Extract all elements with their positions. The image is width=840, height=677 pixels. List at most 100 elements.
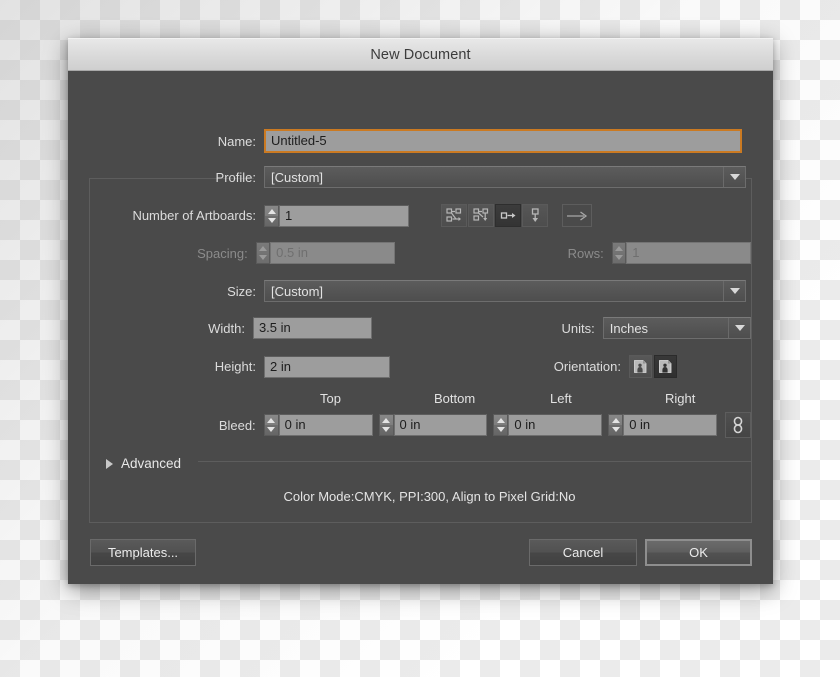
width-label: Width:	[208, 320, 245, 336]
profile-select-value: [Custom]	[271, 169, 324, 185]
cancel-button[interactable]: Cancel	[529, 539, 637, 566]
bleed-left-value: 0 in	[514, 417, 536, 432]
templates-button[interactable]: Templates...	[90, 539, 196, 566]
portrait-orientation-button[interactable]	[629, 355, 652, 378]
stepper-up-icon[interactable]	[267, 208, 276, 214]
units-select-value: Inches	[609, 320, 649, 336]
advanced-label: Advanced	[121, 456, 182, 471]
bleed-right-input[interactable]: 0 in	[623, 414, 718, 436]
arrange-by-column-icon	[531, 208, 539, 222]
size-label: Size:	[227, 283, 256, 299]
width-input[interactable]: 3.5 in	[252, 317, 373, 339]
height-label: Height:	[214, 359, 256, 374]
chain-link-icon	[733, 416, 743, 434]
bleed-left-input[interactable]: 0 in	[508, 414, 603, 436]
grid-by-column-icon	[472, 208, 488, 221]
advanced-disclosure[interactable]: Advanced	[106, 456, 181, 471]
dialog-title: New Document	[370, 46, 471, 63]
stepper-up-icon[interactable]	[267, 418, 276, 423]
spacing-input-value: 0.5 in	[276, 245, 308, 260]
name-input-value: Untitled-5	[271, 133, 327, 148]
stepper-up-icon[interactable]	[382, 418, 391, 423]
grid-by-row-icon-button[interactable]	[441, 204, 467, 227]
grid-by-row-icon	[445, 208, 461, 222]
size-select-value: [Custom]	[271, 283, 324, 299]
landscape-orientation-icon	[659, 360, 672, 373]
artboard-direction-button[interactable]	[562, 204, 592, 227]
landscape-orientation-button[interactable]	[654, 355, 677, 378]
height-input[interactable]: 2 in	[264, 355, 390, 378]
width-row: Width: 3.5 in Units: Inches	[68, 317, 751, 339]
grid-by-column-icon-button[interactable]	[468, 204, 494, 227]
bleed-top-header: Top	[320, 391, 341, 406]
spacing-label: Spacing:	[197, 245, 248, 261]
name-row: Name: Untitled-5	[68, 129, 751, 153]
rows-stepper	[611, 242, 627, 264]
rows-input-value: 1	[632, 245, 640, 260]
artboards-stepper[interactable]	[264, 204, 279, 227]
portrait-orientation-icon	[634, 360, 647, 373]
units-label: Units:	[561, 320, 595, 336]
chevron-down-icon	[728, 318, 750, 338]
bleed-label: Bleed:	[218, 417, 256, 433]
name-label: Name:	[217, 133, 256, 149]
stepper-down-icon[interactable]	[382, 427, 391, 432]
dialog-body: Name: Untitled-5 Profile: [Custom] Numbe…	[68, 71, 773, 583]
stepper-up-icon	[614, 246, 623, 251]
summary-text-row: Color Mode:CMYK, PPI:300, Align to Pixel…	[68, 489, 773, 504]
profile-label: Profile:	[215, 169, 256, 185]
ok-button-label: OK	[689, 545, 708, 560]
bleed-bottom-stepper[interactable]	[378, 414, 394, 436]
width-input-value: 3.5 in	[258, 320, 291, 335]
triangle-right-icon	[106, 458, 113, 469]
stepper-up-icon	[258, 246, 267, 251]
arrange-by-row-icon-button[interactable]	[495, 204, 521, 227]
bleed-top-stepper[interactable]	[263, 414, 279, 436]
height-row: Height: 2 in Orientation:	[68, 355, 751, 378]
summary-text: Color Mode:CMYK, PPI:300, Align to Pixel…	[283, 489, 576, 504]
bleed-top-value: 0 in	[284, 417, 306, 432]
spacing-row: Spacing: 0.5 in Rows: 1	[68, 242, 751, 264]
ok-button[interactable]: OK	[645, 539, 752, 566]
units-select[interactable]: Inches	[602, 317, 751, 339]
spacing-input: 0.5 in	[270, 242, 395, 264]
bleed-bottom-input[interactable]: 0 in	[393, 414, 488, 436]
chevron-down-icon	[723, 281, 745, 301]
bleed-right-value: 0 in	[629, 417, 651, 432]
chevron-down-icon	[723, 167, 745, 187]
bleed-right-stepper[interactable]	[608, 414, 624, 436]
bleed-right-header: Right	[665, 391, 696, 406]
stepper-down-icon[interactable]	[496, 427, 505, 432]
arrange-by-column-icon-button[interactable]	[522, 204, 548, 227]
profile-select[interactable]: [Custom]	[264, 166, 746, 188]
new-document-dialog: New Document Name: Untitled-5 Profile: […	[68, 38, 773, 584]
profile-row: Profile: [Custom]	[68, 166, 751, 188]
rows-input: 1	[626, 242, 751, 264]
name-input[interactable]: Untitled-5	[264, 129, 742, 153]
bleed-top-input[interactable]: 0 in	[278, 414, 373, 436]
advanced-divider	[198, 461, 751, 462]
stepper-down-icon	[258, 255, 267, 260]
size-row: Size: [Custom]	[68, 280, 751, 302]
artboards-input-value: 1	[285, 207, 293, 223]
stepper-down-icon[interactable]	[611, 427, 620, 432]
size-select[interactable]: [Custom]	[264, 280, 746, 302]
stepper-down-icon[interactable]	[267, 427, 276, 432]
dialog-titlebar[interactable]: New Document	[68, 38, 773, 71]
orientation-label: Orientation:	[553, 359, 621, 374]
artboards-label: Number of Artboards:	[132, 208, 256, 223]
bleed-link-button[interactable]	[725, 412, 752, 438]
stepper-up-icon[interactable]	[496, 418, 505, 423]
bleed-left-stepper[interactable]	[493, 414, 509, 436]
artboards-row: Number of Artboards: 1	[68, 204, 751, 227]
bleed-left-header: Left	[550, 391, 572, 406]
stepper-up-icon[interactable]	[611, 418, 620, 423]
height-input-value: 2 in	[270, 358, 291, 374]
artboard-settings-groupbox	[89, 178, 752, 523]
arrow-right-icon	[567, 210, 588, 221]
rows-label: Rows:	[567, 245, 604, 261]
stepper-down-icon[interactable]	[267, 217, 276, 223]
artboards-input[interactable]: 1	[279, 204, 409, 227]
spacing-stepper	[255, 242, 271, 264]
cancel-button-label: Cancel	[562, 545, 604, 560]
